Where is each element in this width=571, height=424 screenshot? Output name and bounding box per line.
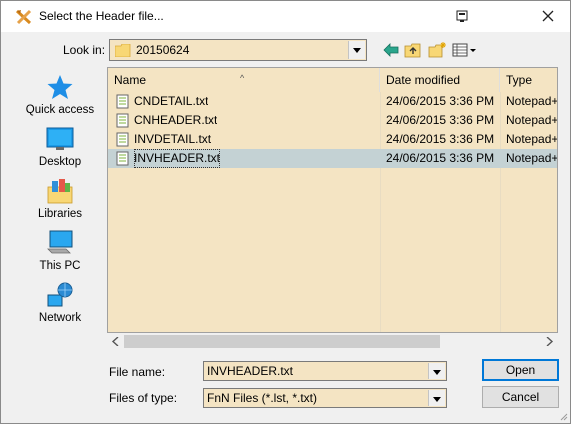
file-row[interactable]: INVDETAIL.txt 24/06/2015 3:36 PM Notepad…: [108, 130, 557, 149]
scroll-left-icon[interactable]: [111, 337, 121, 346]
look-in-combo[interactable]: 20150624: [109, 39, 367, 61]
file-name: CNDETAIL.txt: [134, 94, 209, 108]
place-desktop[interactable]: Desktop: [19, 125, 101, 168]
view-menu-icon[interactable]: [451, 41, 477, 59]
libraries-icon: [47, 179, 73, 204]
place-this-pc[interactable]: This PC: [19, 229, 101, 272]
title-bar: Select the Header file...: [1, 1, 570, 32]
place-network[interactable]: Network: [19, 281, 101, 324]
file-type-value: FnN Files (*.lst, *.txt): [207, 391, 318, 405]
help-icon[interactable]: [453, 7, 471, 25]
cancel-button[interactable]: Cancel: [482, 386, 559, 408]
text-file-icon: [116, 113, 129, 128]
horizontal-scrollbar[interactable]: [107, 333, 558, 350]
place-libraries[interactable]: Libraries: [19, 177, 101, 220]
file-date: 24/06/2015 3:36 PM: [386, 151, 495, 165]
file-type-label: Files of type:: [109, 391, 178, 405]
text-file-icon: [116, 132, 129, 147]
file-date: 24/06/2015 3:36 PM: [386, 113, 495, 127]
look-in-dropdown-arrow[interactable]: [348, 41, 365, 59]
file-date: 24/06/2015 3:36 PM: [386, 132, 495, 146]
this-pc-icon: [47, 230, 73, 254]
file-row[interactable]: CNHEADER.txt 24/06/2015 3:36 PM Notepad+…: [108, 111, 557, 130]
desktop-icon: [46, 127, 74, 150]
file-name-label: File name:: [109, 365, 166, 379]
file-list-header: ^ Name Date modified Type: [108, 68, 557, 92]
column-header-type[interactable]: Type: [500, 68, 557, 92]
file-list[interactable]: ^ Name Date modified Type CNDETAIL.txt 2…: [107, 67, 558, 333]
folder-icon: [115, 44, 131, 57]
file-type-combo[interactable]: FnN Files (*.lst, *.txt): [203, 388, 447, 408]
file-name: CNHEADER.txt: [134, 113, 218, 127]
sort-up-icon: ^: [240, 73, 245, 83]
look-in-label: Look in:: [63, 43, 106, 57]
scroll-right-icon[interactable]: [544, 337, 554, 346]
file-name-value[interactable]: INVHEADER.txt: [207, 364, 293, 378]
quick-access-icon: [47, 75, 73, 99]
network-icon: [47, 282, 73, 307]
place-label: Desktop: [38, 156, 82, 168]
text-file-icon: [116, 94, 129, 109]
column-header-date-modified[interactable]: Date modified: [380, 68, 500, 92]
file-name-dropdown-arrow[interactable]: [428, 363, 445, 379]
file-type-dropdown-arrow[interactable]: [428, 390, 445, 406]
column-header-name[interactable]: ^ Name: [108, 68, 380, 92]
place-label: Network: [38, 312, 82, 324]
place-quick-access[interactable]: Quick access: [19, 73, 101, 116]
new-folder-icon[interactable]: [427, 41, 447, 59]
file-dialog: Select the Header file... Look in: 20150…: [0, 0, 571, 424]
place-label: This PC: [39, 260, 81, 272]
places-bar: Quick access Desktop Libraries This PC N…: [19, 65, 101, 345]
file-type: Notepad++ Document: [506, 151, 557, 165]
file-row[interactable]: CNDETAIL.txt 24/06/2015 3:36 PM Notepad+…: [108, 92, 557, 111]
look-in-value: 20150624: [136, 43, 190, 57]
file-name-combo[interactable]: INVHEADER.txt: [203, 361, 447, 381]
file-name: INVDETAIL.txt: [134, 132, 212, 146]
back-icon[interactable]: [381, 41, 401, 59]
file-row-selected[interactable]: INVHEADER.txt 24/06/2015 3:36 PM Notepad…: [108, 149, 557, 168]
close-icon[interactable]: [539, 7, 557, 25]
place-label: Libraries: [37, 208, 83, 220]
file-date: 24/06/2015 3:36 PM: [386, 94, 495, 108]
file-type: Notepad++ Document: [506, 132, 557, 146]
window-title: Select the Header file...: [39, 9, 164, 23]
file-name: INVHEADER.txt: [134, 149, 221, 168]
place-label: Quick access: [25, 104, 95, 116]
file-type: Notepad++ Document: [506, 113, 557, 127]
app-icon: [15, 9, 32, 25]
resize-grip-icon[interactable]: [558, 411, 568, 421]
open-button[interactable]: Open: [482, 359, 559, 381]
file-type: Notepad++ Document: [506, 94, 557, 108]
scroll-thumb[interactable]: [124, 335, 440, 348]
up-folder-icon[interactable]: [403, 41, 423, 59]
text-file-icon: [116, 151, 129, 166]
